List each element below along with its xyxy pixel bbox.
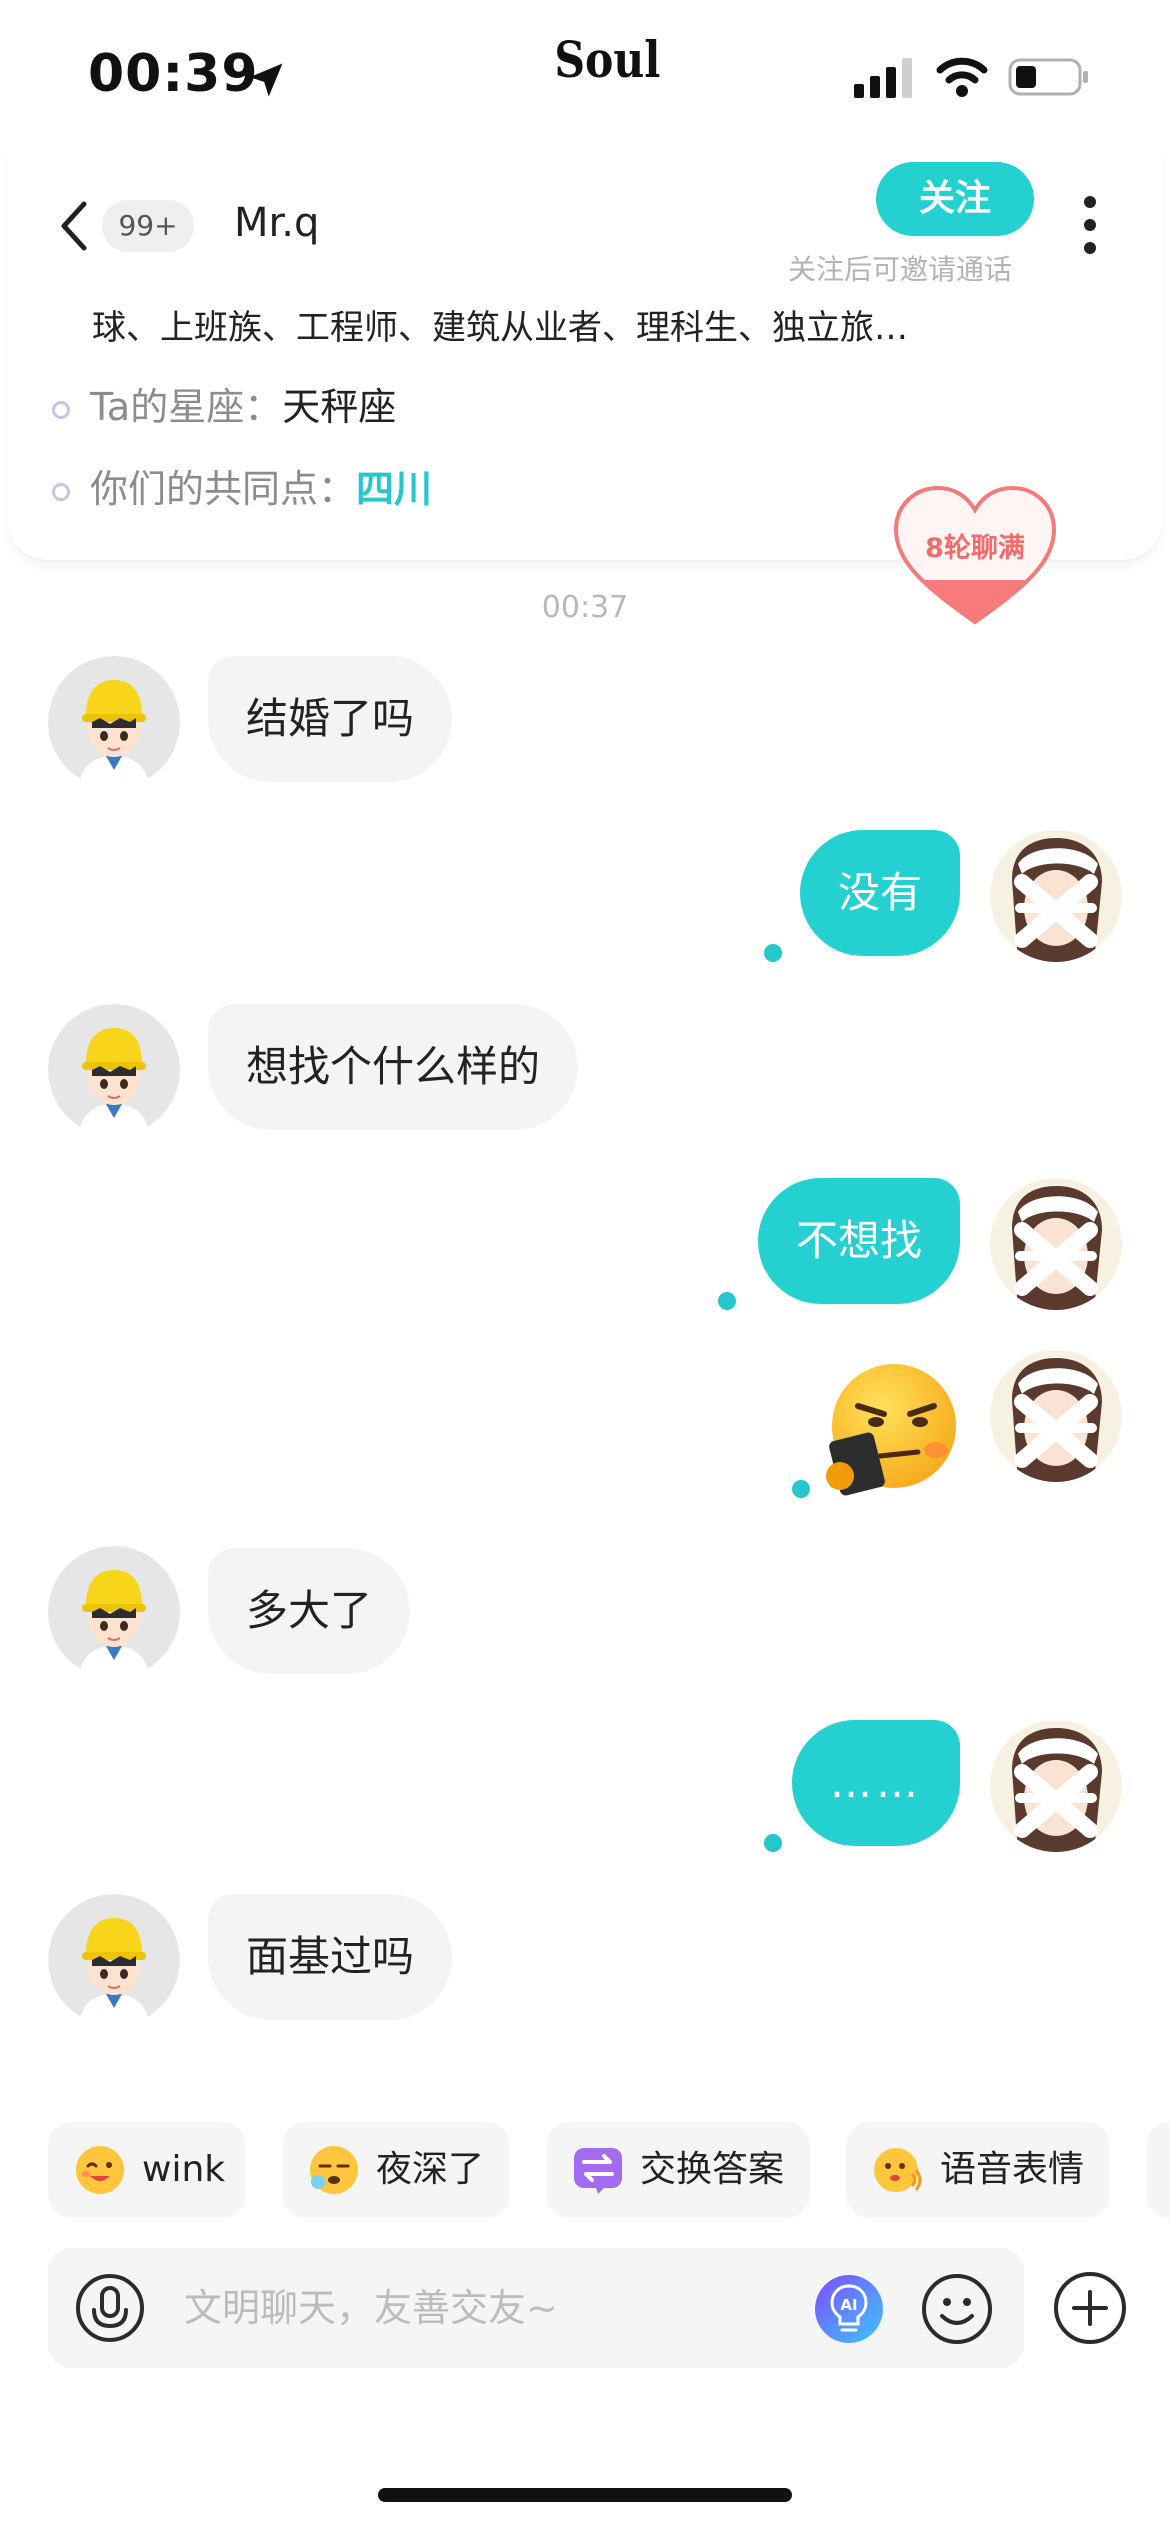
chat-rounds-label: 8轮聊满 [925, 533, 1025, 564]
chat-timestamp: 00:37 [541, 590, 629, 625]
quick-reply-label: 语音表情 [940, 2149, 1085, 2190]
quick-reply-voice-emoji[interactable]: 语音表情 [846, 2122, 1110, 2218]
emoji-smile-icon[interactable] [920, 2272, 994, 2346]
follow-hint: 关注后可邀请通话 [788, 253, 1013, 286]
microphone-icon[interactable] [74, 2272, 146, 2344]
signal-icon [854, 58, 912, 98]
outgoing-message[interactable]: 不想找 [757, 1178, 960, 1304]
zodiac-value: 天秤座 [282, 385, 397, 429]
smug-tablet-emoji-icon[interactable] [810, 1360, 962, 1500]
common-points-row: 你们的共同点：四川 [52, 458, 432, 513]
home-indicator[interactable] [378, 2488, 792, 2502]
outgoing-message[interactable]: …… [792, 1720, 960, 1846]
sent-status-icon [792, 1480, 810, 1498]
outgoing-message[interactable]: 没有 [799, 830, 960, 956]
app-logo: Soul [554, 30, 661, 89]
status-time: 00:39 [88, 44, 259, 104]
quick-reply-label: 夜深了 [376, 2149, 485, 2190]
quick-reply-label: 交换答案 [640, 2149, 785, 2190]
common-points-label: 你们的共同点： [90, 467, 357, 511]
bullet-icon [52, 400, 70, 419]
battery-icon [1008, 58, 1088, 96]
my-avatar[interactable] [990, 1350, 1122, 1482]
svg-text:AI: AI [840, 2296, 857, 2314]
contact-name[interactable]: Mr.q [234, 200, 319, 246]
bullet-icon [52, 482, 70, 501]
location-arrow-icon [249, 63, 283, 97]
wink-emoji-icon [76, 2146, 124, 2194]
my-avatar[interactable] [990, 1178, 1122, 1310]
sent-status-icon [764, 944, 782, 962]
status-bar: 00:39 Soul [0, 0, 1170, 150]
exchange-icon [574, 2148, 622, 2194]
ai-assistant-icon[interactable]: AI [812, 2272, 886, 2346]
follow-button[interactable]: 关注 [876, 162, 1034, 236]
incoming-message[interactable]: 结婚了吗 [208, 656, 453, 782]
quick-reply-late-night[interactable]: 夜深了 [282, 2122, 510, 2218]
sleepy-emoji-icon [310, 2146, 358, 2194]
unread-count-badge[interactable]: 99+ [102, 200, 194, 252]
my-avatar[interactable] [990, 830, 1122, 962]
profile-tags: 球、上班族、工程师、建筑从业者、理科生、独立旅… [92, 308, 908, 348]
contact-avatar[interactable] [48, 1546, 180, 1678]
contact-avatar[interactable] [48, 656, 180, 788]
incoming-message[interactable]: 多大了 [208, 1548, 411, 1674]
add-attachment-icon[interactable] [1052, 2270, 1128, 2346]
voice-emoji-icon [874, 2148, 922, 2192]
wifi-icon [936, 57, 988, 97]
common-points-value[interactable]: 四川 [356, 467, 432, 511]
quick-reply-exchange-answers[interactable]: 交换答案 [546, 2122, 810, 2218]
quick-reply-bar: wink 夜深了 交换答案 语音表情 [0, 2122, 1170, 2218]
contact-avatar[interactable] [48, 1004, 180, 1136]
contact-avatar[interactable] [48, 1894, 180, 2026]
back-chevron-icon[interactable] [54, 196, 94, 256]
quick-reply-wink[interactable]: wink [48, 2122, 246, 2218]
message-input[interactable] [184, 2278, 824, 2338]
incoming-message[interactable]: 想找个什么样的 [208, 1004, 579, 1130]
sent-status-icon [764, 1834, 782, 1852]
zodiac-row: Ta的星座：天秤座 [52, 376, 396, 431]
message-input-bar: AI [48, 2248, 1024, 2368]
zodiac-label: Ta的星座： [90, 385, 283, 429]
quick-reply-more[interactable] [1146, 2122, 1170, 2218]
more-options-icon[interactable] [1080, 194, 1100, 256]
incoming-message[interactable]: 面基过吗 [208, 1894, 453, 2020]
sent-status-icon [718, 1292, 736, 1310]
quick-reply-label: wink [142, 2149, 226, 2190]
my-avatar[interactable] [990, 1720, 1122, 1852]
